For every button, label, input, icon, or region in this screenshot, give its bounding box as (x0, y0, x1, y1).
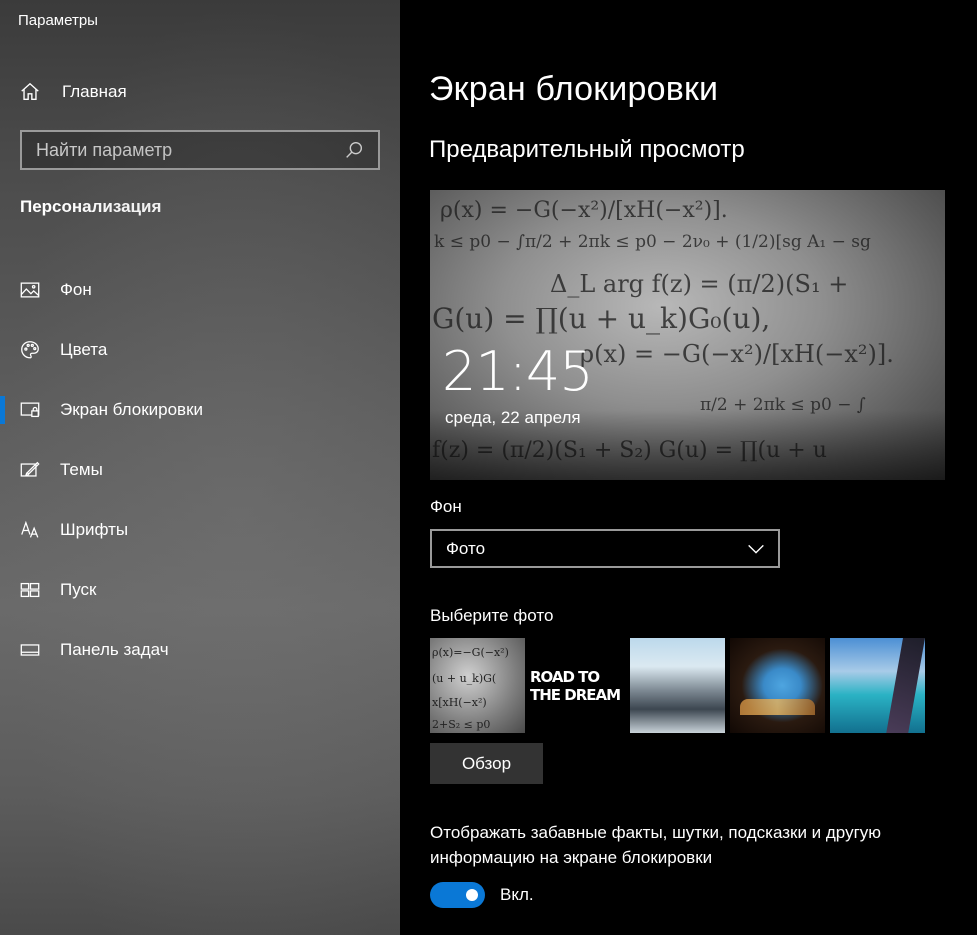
picture-icon (18, 278, 42, 302)
sidebar-item-label: Шрифты (60, 520, 129, 539)
photo-thumbnail-beach-cave[interactable] (730, 638, 825, 733)
thumbnail-caption: ROAD TO THE DREAM (530, 667, 621, 704)
photo-thumbnail-road-to-the-dream[interactable]: ROAD TO THE DREAM (530, 638, 625, 733)
sidebar-item-label: Пуск (60, 580, 97, 599)
fun-facts-toggle[interactable] (430, 882, 485, 908)
choose-photo-label: Выберите фото (430, 606, 554, 625)
home-label: Главная (62, 82, 127, 101)
photo-thumbnail-ocean[interactable] (830, 638, 925, 733)
background-dropdown-value: Фото (446, 538, 486, 558)
background-label: Фон (430, 497, 462, 516)
thumbnail-art: 2+S₂ ≤ p0 (432, 718, 491, 731)
thumbnail-art: (u + u_k)G( (432, 672, 497, 685)
toggle-state-label: Вкл. (500, 885, 534, 904)
photo-thumbnails: ρ(x)=−G(−x²) (u + u_k)G( x[xH(−x²) 2+S₂ … (430, 638, 925, 733)
themes-icon (18, 458, 42, 482)
home-link[interactable]: Главная (18, 80, 127, 104)
search-icon[interactable] (342, 138, 366, 162)
preview-art: G(u) = ∏(u + u_k)G₀(u), (432, 302, 771, 335)
sidebar-item-themes[interactable]: Темы (0, 440, 400, 500)
sidebar-item-start[interactable]: Пуск (0, 560, 400, 620)
thumbnail-art: ρ(x)=−G(−x²) (432, 646, 509, 659)
sidebar-item-colors[interactable]: Цвета (0, 320, 400, 380)
sidebar-item-label: Панель задач (60, 640, 169, 659)
preview-art: ρ(x) = −G(−x²)/[xH(−x²)]. (580, 340, 894, 368)
sidebar-item-taskbar[interactable]: Панель задач (0, 620, 400, 680)
fonts-icon (18, 518, 42, 542)
sidebar-item-label: Темы (60, 460, 103, 479)
section-title: Персонализация (20, 197, 162, 216)
sidebar-item-label: Фон (60, 280, 92, 299)
sidebar-item-fonts[interactable]: Шрифты (0, 500, 400, 560)
home-icon (18, 80, 42, 104)
lock-screen-icon (18, 398, 42, 422)
toggle-knob (466, 889, 478, 901)
preview-art: ρ(x) = −G(−x²)/[xH(−x²)]. (440, 198, 728, 223)
thumbnail-art: x[xH(−x²) (432, 696, 487, 709)
photo-thumbnail-mountain[interactable] (630, 638, 725, 733)
photo-thumbnail-math[interactable]: ρ(x)=−G(−x²) (u + u_k)G( x[xH(−x²) 2+S₂ … (430, 638, 525, 733)
preview-date: среда, 22 апреля (445, 408, 581, 427)
page-title: Экран блокировки (429, 70, 719, 108)
sidebar-item-background[interactable]: Фон (0, 260, 400, 320)
search-input[interactable] (36, 139, 342, 161)
browse-button[interactable]: Обзор (430, 743, 543, 784)
sidebar-item-label: Экран блокировки (60, 400, 204, 419)
app-title: Параметры (18, 12, 98, 29)
sidebar: Параметры Главная Персонализация Фон Цве… (0, 0, 400, 935)
preview-art: k ≤ p0 − ∫π/2 + 2πk ≤ p0 − 2ν₀ + (1/2)[s… (434, 232, 871, 252)
background-dropdown[interactable]: Фото (430, 529, 780, 568)
search-box[interactable] (20, 130, 380, 170)
preview-art: Δ_L arg f(z) = (π/2)(S₁ + (550, 270, 849, 298)
palette-icon (18, 338, 42, 362)
fun-facts-description: Отображать забавные факты, шутки, подска… (430, 823, 882, 867)
sidebar-item-lock-screen[interactable]: Экран блокировки (0, 380, 400, 440)
lock-screen-preview: ρ(x) = −G(−x²)/[xH(−x²)]. k ≤ p0 − ∫π/2 … (430, 190, 945, 480)
preview-time: 21:45 (442, 340, 594, 403)
sidebar-nav: Фон Цвета Экран блокировки Темы Шрифты П… (0, 260, 400, 680)
sidebar-item-label: Цвета (60, 340, 108, 359)
chevron-down-icon (744, 537, 768, 561)
preview-title: Предварительный просмотр (429, 136, 745, 163)
fun-facts-toggle-row: Вкл. (430, 882, 534, 908)
main-content: Экран блокировки Предварительный просмот… (400, 0, 977, 935)
taskbar-icon (18, 638, 42, 662)
start-icon (18, 578, 42, 602)
